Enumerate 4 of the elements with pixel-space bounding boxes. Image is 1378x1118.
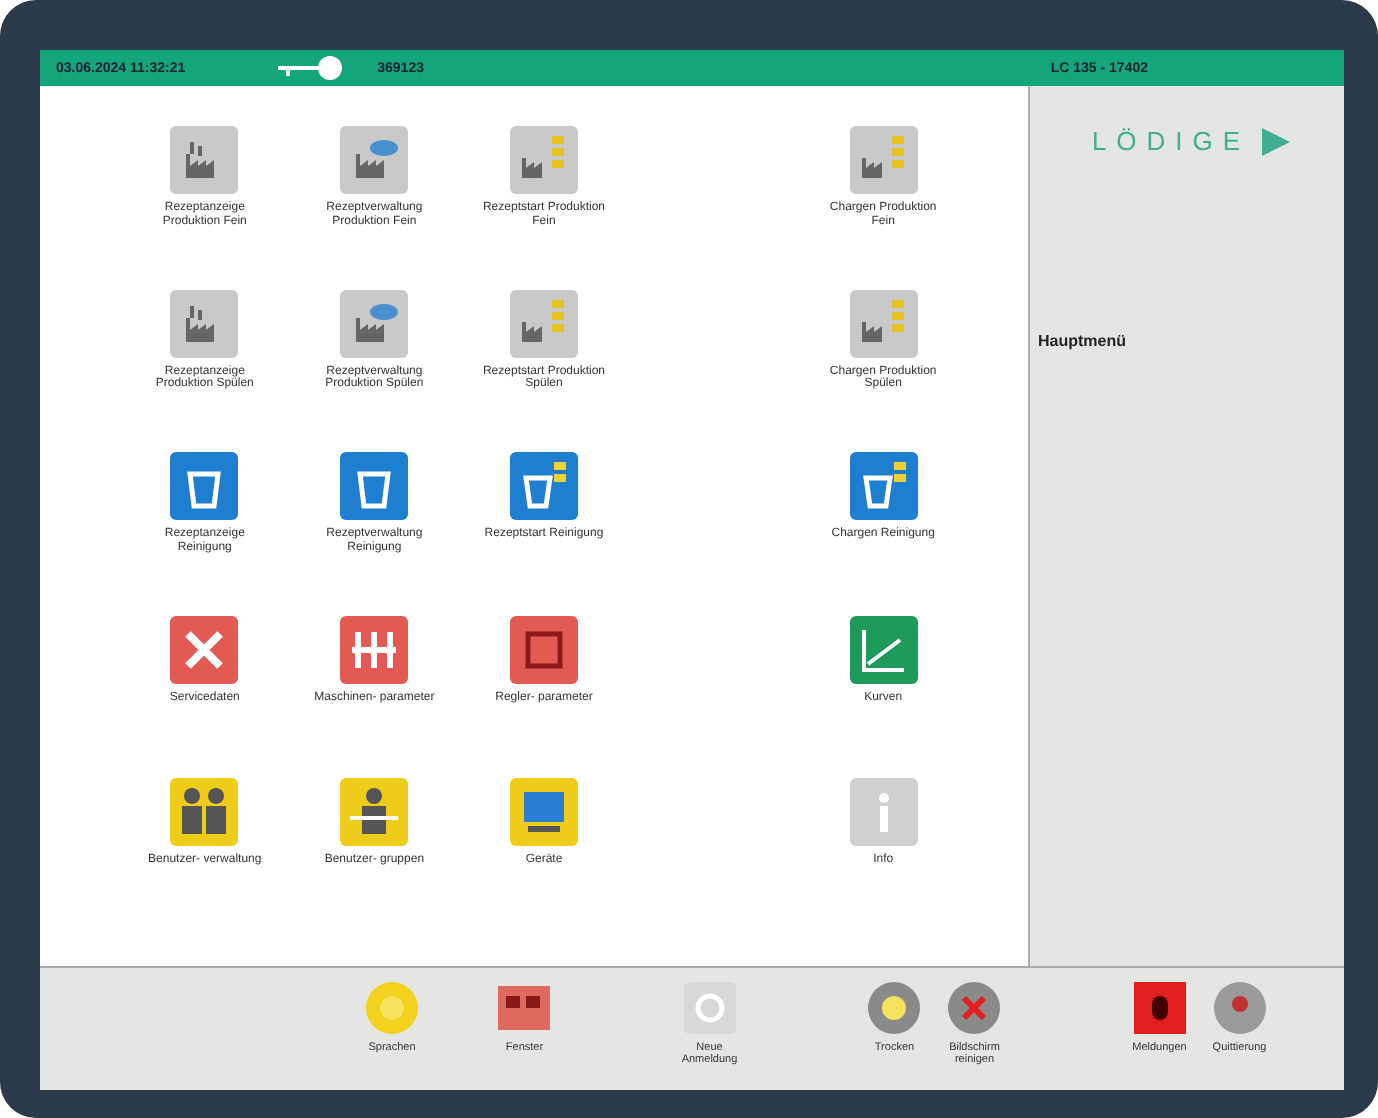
key-icon (277, 56, 346, 80)
triangle-icon (1262, 127, 1291, 155)
logo: LÖDIGE (1091, 126, 1251, 156)
page-title: Hauptmenü (1038, 332, 1128, 350)
